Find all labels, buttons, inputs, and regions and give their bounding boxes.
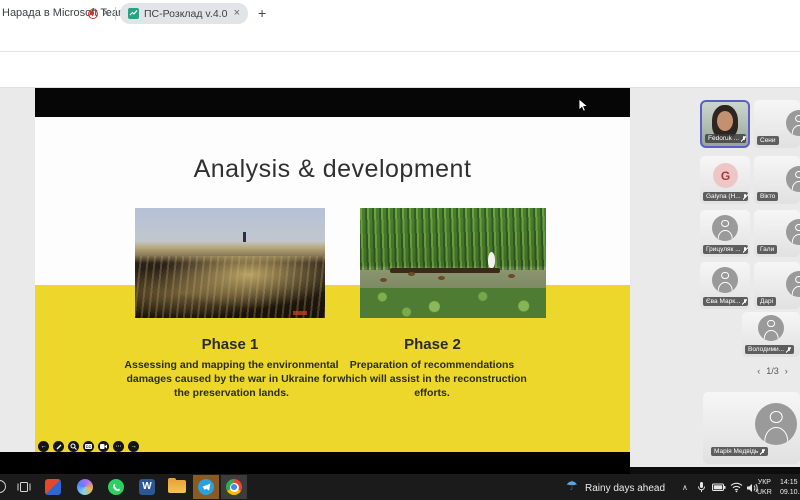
white-egret	[488, 252, 495, 268]
burnt-field-photo	[135, 208, 325, 318]
task-view-icon[interactable]	[17, 481, 31, 493]
meeting-header: 15 Почати Чат 24 Користувачі Підняти Реа…	[0, 52, 800, 88]
tab-divider	[115, 7, 116, 20]
avatar	[786, 219, 800, 245]
avatar	[786, 166, 800, 192]
tray-expand-icon[interactable]: ∧	[682, 483, 688, 492]
mouse-cursor	[578, 98, 589, 113]
participant-label: Дарі	[757, 297, 776, 306]
participant-tile[interactable]: Володими...	[742, 312, 800, 357]
participant-label: Грицуляк ...	[703, 245, 748, 254]
reeds-texture	[360, 208, 546, 270]
weather-text[interactable]: Rainy days ahead	[585, 483, 665, 494]
page-prev-icon[interactable]: ‹	[757, 366, 760, 376]
dry-grass-texture	[135, 256, 325, 318]
phase1-heading: Phase 1	[130, 336, 330, 353]
mic-off-icon	[742, 299, 747, 305]
tab-title: ПС-Розклад v.4.0	[144, 8, 234, 20]
chrome-icon[interactable]	[221, 475, 247, 499]
tab-teams-meeting[interactable]: Нарада в Microsoft Teams	[2, 7, 133, 19]
photo-watermark	[293, 311, 307, 315]
participant-tile[interactable]: Дарі	[754, 262, 800, 309]
person-figure	[243, 232, 246, 242]
participant-label: Єва Марк...	[703, 297, 748, 306]
participant-label: Володими...	[745, 345, 794, 354]
mic-off-icon	[786, 347, 791, 353]
duck	[380, 278, 387, 282]
prev-slide-button[interactable]: ←	[38, 441, 49, 452]
participant-tile[interactable]: G Galyna (H...	[700, 156, 750, 204]
avatar	[786, 110, 800, 136]
zoom-button[interactable]	[68, 441, 79, 452]
page-next-icon[interactable]: ›	[785, 366, 788, 376]
participant-label: Марія Медвідь	[711, 447, 768, 456]
participant-label: Fedoruk ...	[705, 134, 746, 143]
participant-tile-video[interactable]: Fedoruk ...	[700, 100, 750, 148]
water-lilies	[360, 288, 546, 318]
more-slide-button[interactable]: ⋯	[113, 441, 124, 452]
file-explorer-icon[interactable]	[168, 480, 186, 493]
slide-controls: ← CC ⋯ →	[38, 441, 139, 452]
participant-label: Вікто	[757, 192, 778, 201]
avatar	[755, 403, 797, 445]
duck	[408, 272, 415, 276]
participant-tile[interactable]: Грицуляк ...	[700, 210, 750, 257]
avatar	[758, 315, 784, 341]
avatar	[712, 215, 738, 241]
participant-tile[interactable]: Сени	[754, 100, 800, 148]
language-indicator[interactable]: УКР UKR	[757, 478, 772, 498]
tab-favicon-chart-icon	[128, 8, 139, 19]
battery-icon[interactable]	[712, 483, 726, 492]
participant-label: Гали	[757, 245, 777, 254]
app-icon[interactable]	[45, 479, 61, 495]
avatar	[712, 267, 738, 293]
new-tab-button[interactable]: +	[258, 5, 266, 21]
duck	[438, 276, 445, 280]
telegram-icon[interactable]	[193, 475, 219, 499]
captions-button[interactable]: CC	[83, 441, 94, 452]
participant-tile[interactable]: Єва Марк...	[700, 262, 750, 309]
screen: Нарада в Microsoft Teams × ПС-Розклад v.…	[0, 0, 800, 500]
mic-off-icon	[760, 449, 765, 455]
stage-bottom-strip: Марія – +	[0, 452, 630, 474]
slide-title: Analysis & development	[35, 155, 630, 184]
log	[390, 268, 500, 273]
mic-off-icon	[743, 194, 748, 200]
participant-tile-large[interactable]: Марія Медвідь	[703, 392, 800, 464]
participants-pagination: ‹ 1/3 ›	[745, 366, 800, 376]
word-icon[interactable]: W	[139, 479, 155, 495]
next-slide-button[interactable]: →	[128, 441, 139, 452]
whatsapp-icon[interactable]	[108, 479, 124, 495]
phase2-body: Preparation of recommendations which wil…	[337, 359, 527, 401]
pen-button[interactable]	[53, 441, 64, 452]
tab-ps-rozklad[interactable]: ПС-Розклад v.4.0 ×	[120, 3, 248, 24]
phase1-body: Assessing and mapping the environmental …	[119, 359, 344, 401]
close-tab-icon[interactable]: ×	[234, 8, 240, 19]
shared-screen-top-bar	[35, 88, 630, 117]
recording-icon	[88, 9, 98, 19]
browser-tab-strip: Нарада в Microsoft Teams × ПС-Розклад v.…	[0, 0, 800, 27]
avatar	[786, 271, 800, 297]
video-button[interactable]	[98, 441, 109, 452]
mic-off-icon	[741, 136, 746, 142]
wetland-photo	[360, 208, 546, 318]
phase2-heading: Phase 2	[340, 336, 525, 353]
tray-mic-icon[interactable]	[697, 481, 706, 493]
participant-label: Сени	[757, 136, 779, 145]
avatar-initial: G	[713, 163, 738, 188]
page-indicator: 1/3	[766, 366, 779, 376]
mic-off-icon	[743, 247, 748, 253]
participant-label: Galyna (H...	[703, 192, 748, 201]
clock[interactable]: 14:15 09.10.2	[780, 478, 800, 498]
close-tab-icon[interactable]: ×	[103, 8, 109, 19]
wifi-icon[interactable]	[730, 482, 743, 493]
browser-toolbar: ↻ ⌂ teams.microsoft.com/light-meetings/l…	[0, 27, 800, 52]
copilot-icon[interactable]	[77, 479, 93, 495]
participant-tile[interactable]: Гали	[754, 210, 800, 257]
participant-tile[interactable]: Вікто	[754, 156, 800, 204]
weather-icon[interactable]: ☂	[566, 478, 578, 494]
window-bottom-edge	[630, 467, 800, 474]
duck	[508, 274, 515, 278]
